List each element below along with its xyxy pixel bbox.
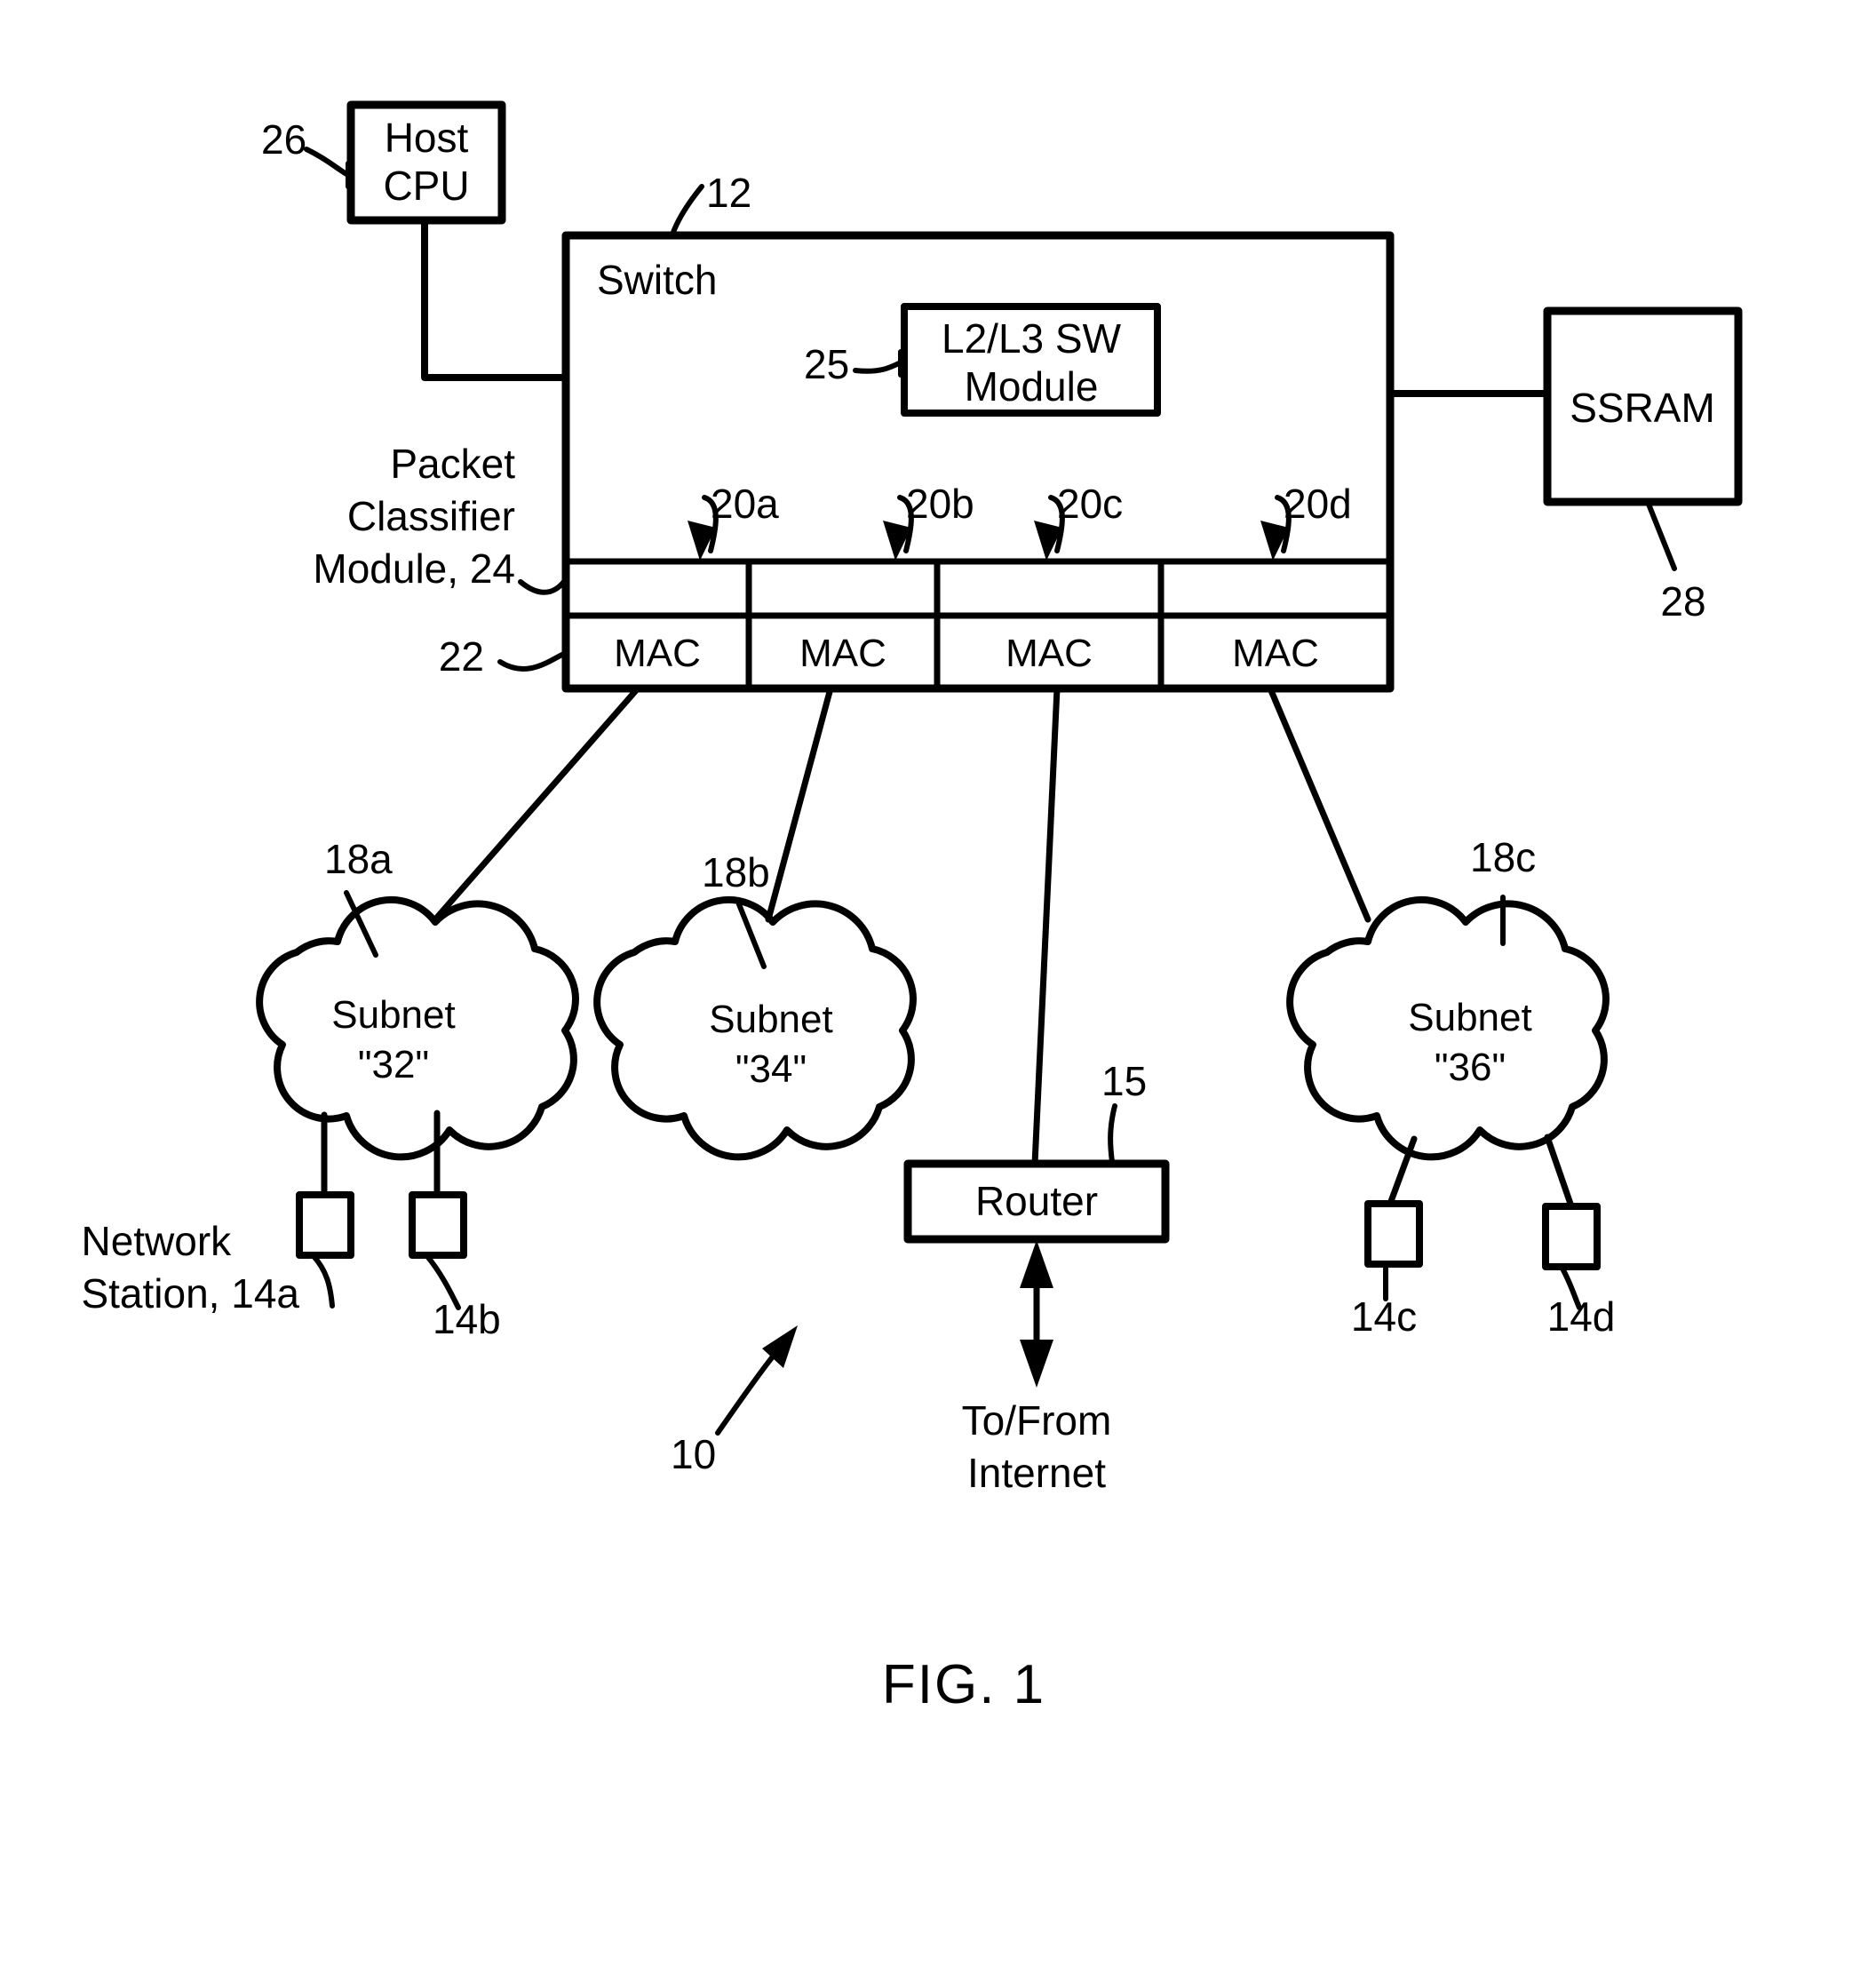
- leader-28: [1645, 499, 1677, 571]
- switch-label: Switch: [597, 257, 718, 303]
- ref-20c: 20c: [1057, 481, 1124, 527]
- router-label: Router: [974, 1178, 1099, 1224]
- station-14d-caption: 14d: [1546, 1293, 1616, 1340]
- ref-18c: 18c: [1470, 834, 1537, 880]
- station-14d-box: [1542, 1203, 1601, 1270]
- sw-module-label: L2/L3 SW Module: [942, 315, 1121, 410]
- station-14b-box: [409, 1191, 467, 1259]
- leader-14a: [310, 1253, 335, 1309]
- mac-label-2: MAC: [799, 632, 886, 675]
- ref-22: 22: [438, 633, 484, 680]
- ref-18a: 18a: [324, 836, 393, 882]
- link-mac3-router: [1031, 685, 1061, 1167]
- drop-14d: [1544, 1134, 1574, 1207]
- ref-18b: 18b: [702, 849, 770, 895]
- ref-12: 12: [706, 170, 752, 216]
- ref-20d: 20d: [1284, 481, 1352, 527]
- internet-arrow-head-down: [1020, 1340, 1053, 1388]
- ref-28: 28: [1660, 578, 1706, 625]
- leader-26: [304, 147, 351, 178]
- leader-12: [670, 184, 704, 237]
- ref-20b: 20b: [906, 481, 974, 527]
- station-14b-caption: 14b: [433, 1296, 501, 1342]
- station-14c-box: [1364, 1200, 1423, 1268]
- internet-arrow-head-up: [1020, 1240, 1053, 1288]
- ref-26: 26: [261, 116, 307, 163]
- ref-15: 15: [1101, 1058, 1148, 1104]
- subnet-18c-id: "36": [1434, 1046, 1506, 1089]
- station-14c-caption: 14c: [1350, 1293, 1418, 1340]
- ref-10: 10: [671, 1431, 717, 1477]
- ref-25: 25: [804, 341, 850, 387]
- subnet-18a-name: Subnet: [331, 993, 456, 1037]
- leader-24: [518, 577, 568, 595]
- subnet-18c-name: Subnet: [1408, 996, 1532, 1039]
- link-mac2-subnet18b: [765, 685, 834, 923]
- subnet-18b-id: "34": [735, 1047, 807, 1091]
- host-cpu-link: [421, 217, 569, 381]
- figure-caption: FIG. 1: [881, 1654, 1046, 1715]
- leader-22: [497, 650, 568, 672]
- host-cpu-label: Host CPU: [383, 115, 470, 210]
- link-mac4-subnet18c: [1267, 685, 1371, 923]
- ssram-label: SSRAM: [1570, 385, 1715, 431]
- leader-15: [1108, 1103, 1117, 1165]
- patent-figure: 26 Host CPU 12 Switch 25 L2/L3 SW Module…: [0, 0, 1876, 1965]
- subnet-18b-name: Subnet: [709, 998, 833, 1041]
- subnet-18a-id: "32": [357, 1043, 430, 1086]
- link-mac1-subnet18a: [432, 685, 641, 923]
- packet-classifier-label: Packet Classifier Module, 24: [313, 441, 515, 592]
- mac-label-1: MAC: [614, 632, 701, 675]
- mac-label-3: MAC: [1006, 632, 1093, 675]
- station-14a-caption: Network Station, 14a: [81, 1218, 299, 1317]
- ref-20a: 20a: [711, 481, 779, 527]
- leader-25: [853, 360, 903, 374]
- internet-label: To/From Internet: [961, 1397, 1112, 1496]
- station-14a-box: [296, 1191, 354, 1259]
- mac-label-4: MAC: [1232, 632, 1319, 675]
